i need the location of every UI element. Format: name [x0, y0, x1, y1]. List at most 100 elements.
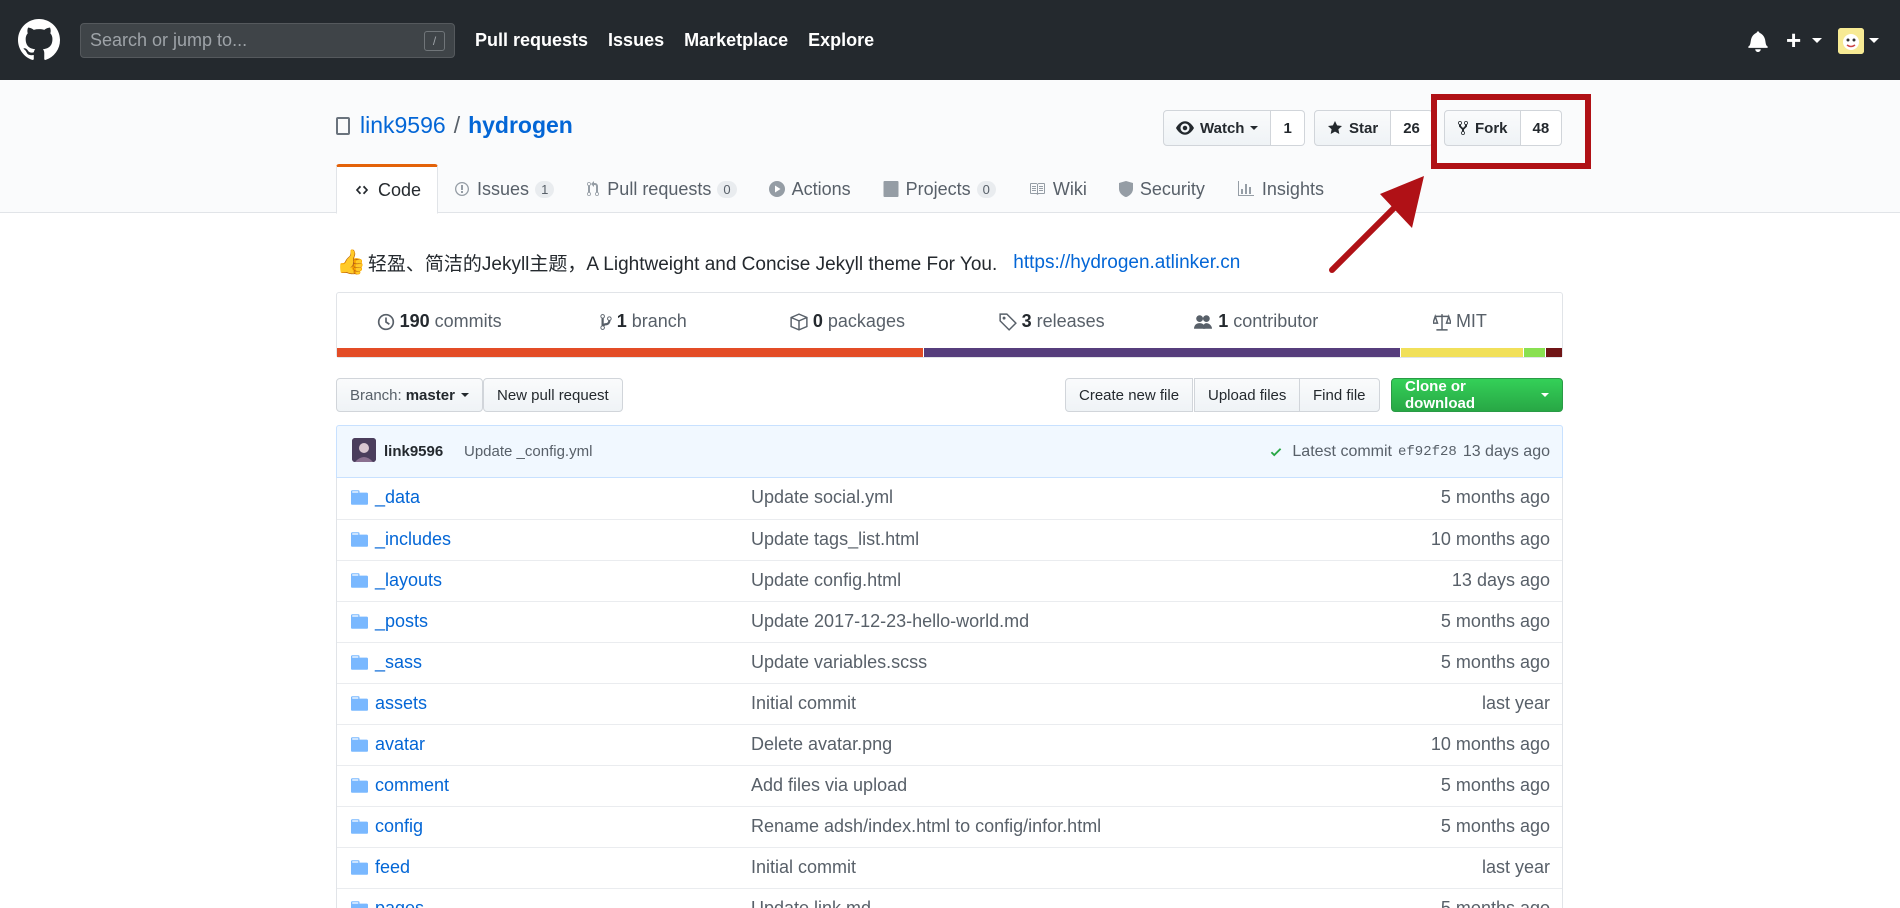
language-bar[interactable] — [337, 348, 1562, 357]
homepage-link[interactable]: https://hydrogen.atlinker.cn — [1013, 252, 1240, 274]
tab-label: Security — [1139, 178, 1205, 199]
nav-marketplace[interactable]: Marketplace — [684, 30, 788, 51]
file-commit-message-link[interactable]: Update link.md — [751, 898, 871, 908]
branch-select-button[interactable]: Branch: master — [336, 378, 483, 412]
language-bar-segment[interactable] — [1544, 348, 1562, 357]
file-commit-message-link[interactable]: Update social.yml — [751, 487, 893, 508]
language-bar-segment[interactable] — [1400, 348, 1523, 357]
tab-label: Pull requests — [607, 178, 712, 199]
file-name-link[interactable]: pages — [375, 898, 424, 908]
chevron-down-icon[interactable] — [1869, 38, 1879, 43]
repo-owner-link[interactable]: link9596 — [360, 112, 446, 139]
file-name-link[interactable]: avatar — [375, 734, 425, 755]
file-commit-message-link[interactable]: Rename adsh/index.html to config/infor.h… — [751, 816, 1101, 837]
package-icon — [790, 312, 808, 331]
file-name-link[interactable]: _data — [375, 487, 420, 508]
file-age: 5 months ago — [1440, 652, 1550, 672]
file-age: 5 months ago — [1440, 775, 1550, 795]
tab-counter: 0 — [976, 180, 996, 198]
contributors-link[interactable]: 1 contributor — [1154, 311, 1358, 332]
find-file-button[interactable]: Find file — [1299, 378, 1380, 412]
folder-icon — [351, 860, 368, 875]
nav-explore[interactable]: Explore — [808, 30, 874, 51]
user-avatar[interactable] — [1838, 28, 1864, 54]
language-bar-segment[interactable] — [337, 348, 923, 357]
branch-label: branch — [631, 311, 687, 331]
file-commit-message-link[interactable]: Update config.html — [751, 570, 901, 591]
packages-label: packages — [827, 311, 905, 331]
tab-counter: 1 — [535, 180, 555, 198]
language-bar-segment[interactable] — [1522, 348, 1545, 357]
tab-code[interactable]: Code — [336, 164, 439, 214]
releases-link[interactable]: 3 releases — [950, 311, 1154, 332]
watch-button[interactable]: Watch — [1163, 110, 1272, 146]
tab-projects[interactable]: Projects 0 — [867, 164, 1012, 214]
file-commit-message-link[interactable]: Delete avatar.png — [751, 734, 892, 755]
tab-actions[interactable]: Actions — [753, 164, 867, 214]
tab-label: Issues — [477, 178, 530, 199]
tab-wiki[interactable]: Wiki — [1012, 164, 1103, 214]
new-pull-request-button[interactable]: New pull request — [483, 378, 623, 412]
issue-icon — [454, 181, 470, 197]
tab-pull-requests[interactable]: Pull requests 0 — [570, 164, 752, 214]
nav-pull-requests[interactable]: Pull requests — [475, 30, 588, 51]
search-input[interactable]: Search or jump to... / — [80, 23, 455, 58]
table-row: comment Add files via upload 5 months ago — [337, 765, 1562, 806]
file-commit-message-link[interactable]: Initial commit — [751, 693, 856, 714]
tab-insights[interactable]: Insights — [1221, 164, 1340, 214]
github-logo-icon[interactable] — [18, 19, 60, 61]
file-name-link[interactable]: _layouts — [375, 570, 442, 591]
tab-security[interactable]: Security — [1103, 164, 1221, 214]
file-name-link[interactable]: _sass — [375, 652, 422, 673]
file-commit-message-link[interactable]: Update tags_list.html — [751, 529, 919, 550]
file-age: last year — [1481, 693, 1550, 713]
folder-icon — [351, 655, 368, 670]
file-commit-message-link[interactable]: Update 2017-12-23-hello-world.md — [751, 611, 1029, 632]
file-commit-message-link[interactable]: Initial commit — [751, 857, 856, 878]
eye-icon — [1176, 121, 1194, 135]
commit-author-link[interactable]: link9596 — [384, 443, 443, 460]
file-name-link[interactable]: _posts — [375, 611, 428, 632]
star-count[interactable]: 26 — [1391, 110, 1433, 146]
clone-download-button[interactable]: Clone or download — [1391, 378, 1563, 412]
branch-link[interactable]: 1 branch — [541, 311, 745, 332]
file-age: 5 months ago — [1440, 816, 1550, 836]
commit-message-link[interactable]: Update _config.yml — [464, 443, 592, 460]
file-name-link[interactable]: _includes — [375, 529, 451, 550]
table-row: pages Update link.md 5 months ago — [337, 888, 1562, 908]
chevron-down-icon — [1250, 126, 1259, 130]
language-bar-segment[interactable] — [922, 348, 1401, 357]
releases-count: 3 — [1021, 311, 1032, 331]
commits-label: commits — [434, 311, 502, 331]
commits-link[interactable]: 190 commits — [337, 311, 541, 332]
tab-issues[interactable]: Issues 1 — [438, 164, 570, 214]
chevron-down-icon[interactable] — [1812, 38, 1822, 43]
commit-sha-link[interactable]: ef92f28 — [1398, 444, 1457, 460]
avatar[interactable] — [352, 438, 376, 462]
bell-icon[interactable] — [1748, 30, 1768, 52]
file-name-link[interactable]: comment — [375, 775, 449, 796]
repo-name-link[interactable]: hydrogen — [468, 112, 573, 139]
contributor-count: 1 — [1218, 311, 1229, 331]
star-button[interactable]: Star — [1314, 110, 1392, 146]
code-icon — [353, 183, 371, 197]
star-icon — [1327, 120, 1343, 136]
table-row: feed Initial commit last year — [337, 847, 1562, 888]
license-link[interactable]: MIT — [1358, 311, 1562, 332]
packages-link[interactable]: 0 packages — [745, 311, 949, 332]
search-shortcut-badge: / — [424, 31, 445, 51]
table-row: config Rename adsh/index.html to config/i… — [337, 806, 1562, 847]
watch-button-group: Watch 1 — [1163, 110, 1305, 146]
tab-label: Actions — [791, 178, 851, 199]
plus-icon[interactable]: + — [1786, 27, 1801, 53]
check-icon[interactable] — [1268, 445, 1284, 459]
watch-count[interactable]: 1 — [1271, 110, 1305, 146]
file-name-link[interactable]: assets — [375, 693, 427, 714]
file-commit-message-link[interactable]: Add files via upload — [751, 775, 907, 796]
create-new-file-button[interactable]: Create new file — [1065, 378, 1194, 412]
file-commit-message-link[interactable]: Update variables.scss — [751, 652, 927, 673]
upload-files-button[interactable]: Upload files — [1194, 378, 1301, 412]
file-name-link[interactable]: feed — [375, 857, 410, 878]
nav-issues[interactable]: Issues — [608, 30, 664, 51]
file-name-link[interactable]: config — [375, 816, 423, 837]
